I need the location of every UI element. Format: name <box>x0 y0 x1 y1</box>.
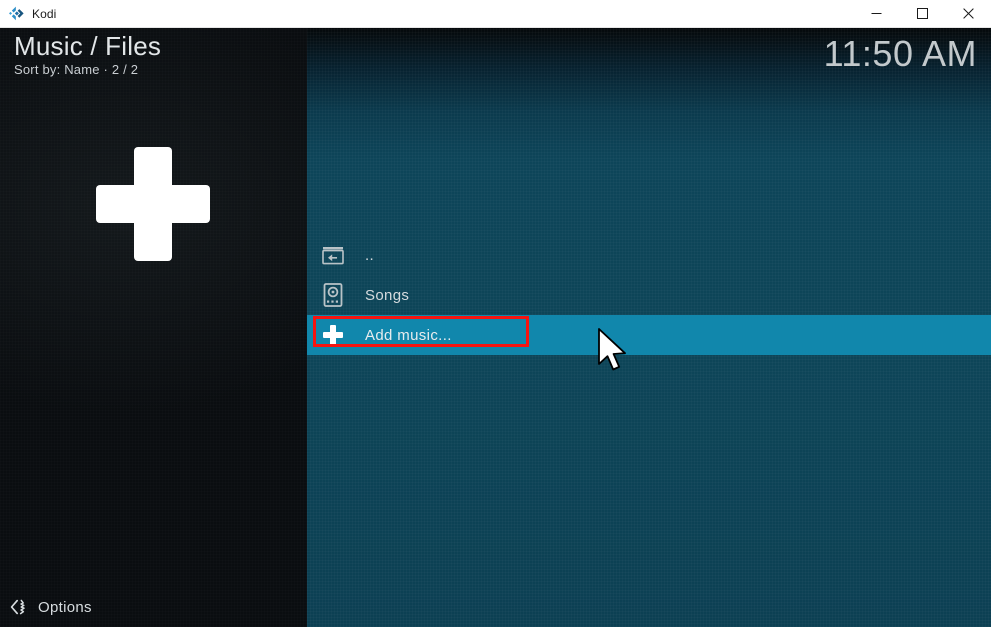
kodi-window: Kodi 11:50 AM .. Songs Add music... Musi… <box>0 0 991 627</box>
options-button[interactable]: Options <box>0 587 307 627</box>
sort-status: Sort by: Name · 2 / 2 <box>14 62 139 78</box>
titlebar-left-group: Kodi <box>0 6 56 21</box>
close-button[interactable] <box>945 0 991 27</box>
list-item-label: Add music... <box>365 326 452 344</box>
file-list: .. Songs Add music... <box>307 235 991 355</box>
maximize-button[interactable] <box>899 0 945 27</box>
window-controls <box>853 0 991 27</box>
list-item[interactable]: .. <box>307 235 991 275</box>
list-item-label: .. <box>365 246 375 264</box>
preview-plus-icon <box>96 147 210 261</box>
hard-drive-icon <box>320 282 346 308</box>
minimize-button[interactable] <box>853 0 899 27</box>
breadcrumb: Music / Files Sort by: Name · 2 / 2 <box>14 32 161 77</box>
list-item-add-music[interactable]: Add music... <box>307 315 991 355</box>
list-item[interactable]: Songs <box>307 275 991 315</box>
content-panel: 11:50 AM .. Songs Add music... <box>307 27 991 627</box>
sidebar-panel: Music / Files Sort by: Name · 2 / 2 Opti… <box>0 27 307 627</box>
options-label: Options <box>38 598 92 616</box>
settings-chevron-icon <box>10 598 28 616</box>
parent-folder-icon <box>320 242 346 268</box>
window-title: Kodi <box>32 6 57 21</box>
plus-icon <box>320 322 346 348</box>
list-item-label: Songs <box>365 286 410 304</box>
window-titlebar: Kodi <box>0 0 991 28</box>
clock-display: 11:50 AM <box>823 33 977 74</box>
kodi-logo-icon <box>9 6 24 21</box>
page-title: Music / Files <box>14 31 162 61</box>
